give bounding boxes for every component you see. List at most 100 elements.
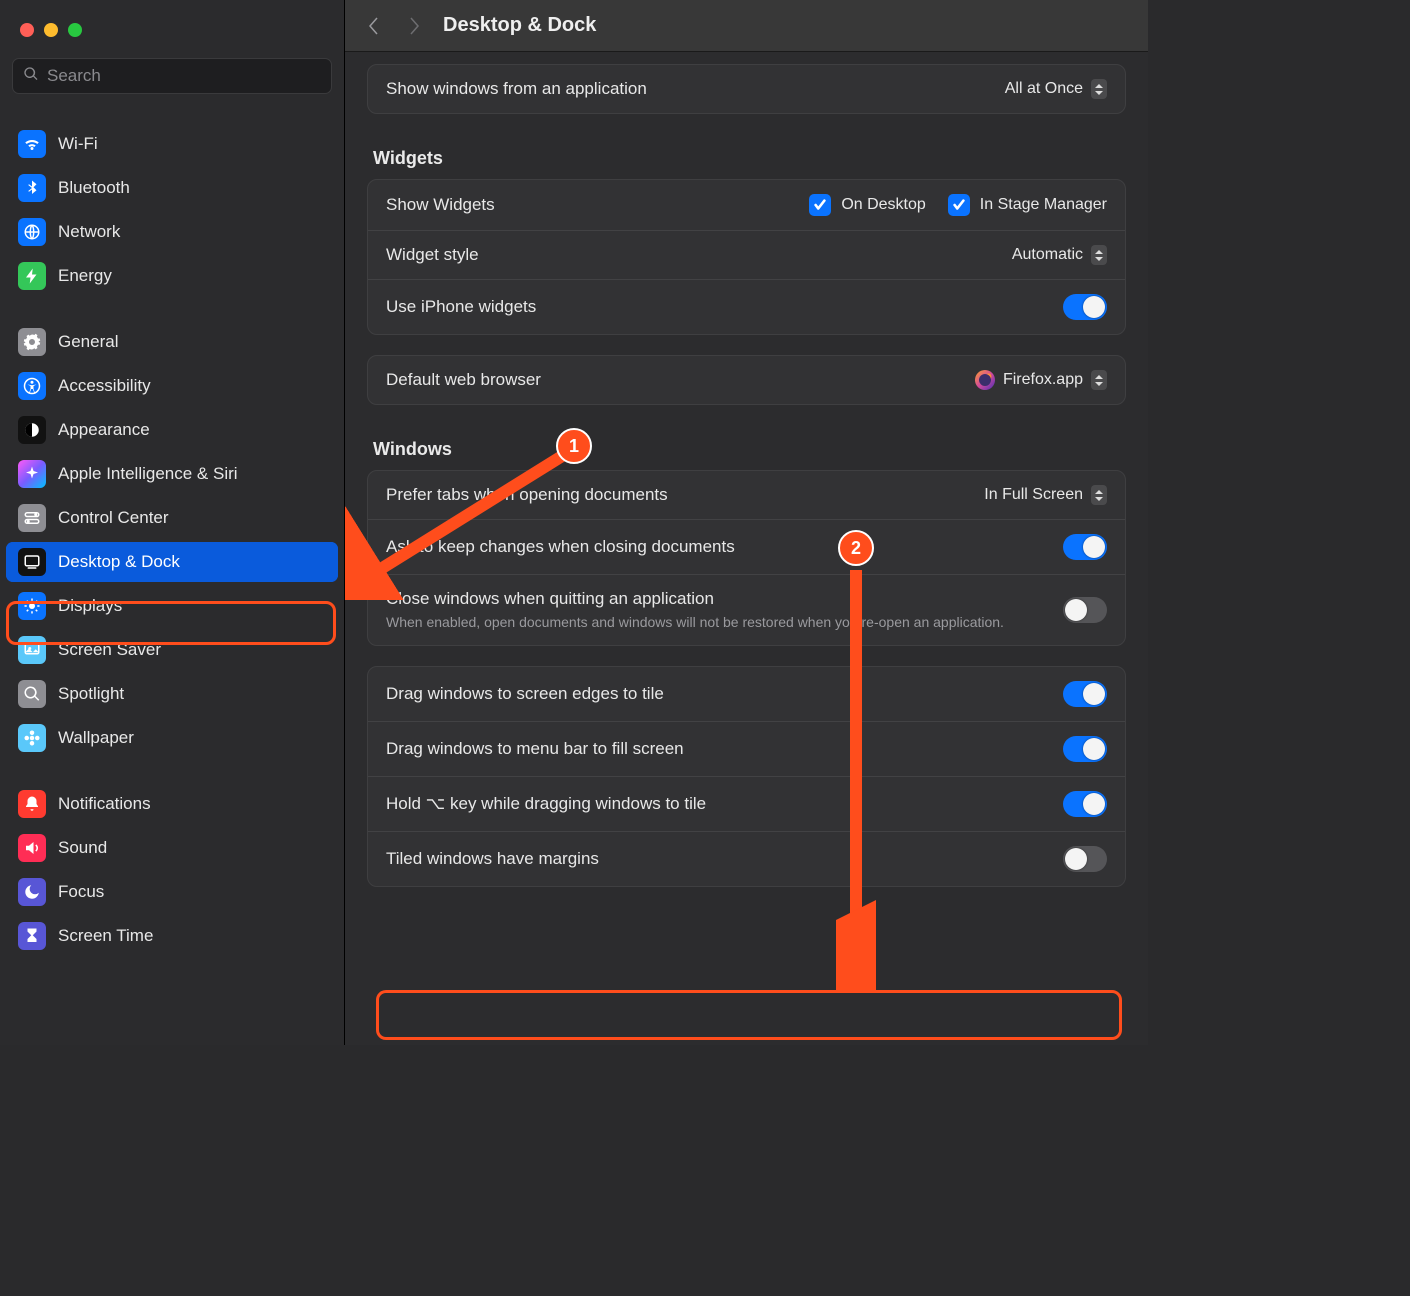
on-desktop-label: On Desktop (841, 196, 925, 214)
hourglass-icon (18, 922, 46, 950)
show-widgets-label: Show Widgets (386, 195, 495, 215)
settings-window: Wi-Fi Bluetooth Network Energy General Access… (0, 0, 1148, 1045)
sidebar-item-focus[interactable]: Focus (6, 872, 338, 912)
ask-keep-label: Ask to keep changes when closing documen… (386, 537, 735, 557)
widget-style-value: Automatic (1012, 246, 1083, 264)
switches-icon (18, 504, 46, 532)
minimize-window-button[interactable] (44, 23, 58, 37)
tiled-margins-toggle[interactable] (1063, 846, 1107, 872)
sidebar-item-appearance[interactable]: Appearance (6, 410, 338, 450)
prefer-tabs-dropdown[interactable]: In Full Screen (984, 485, 1107, 505)
sidebar-item-label: General (58, 332, 118, 352)
callout-badge-1: 1 (556, 428, 592, 464)
moon-icon (18, 878, 46, 906)
sidebar-item-label: Control Center (58, 508, 169, 528)
use-iphone-widgets-toggle[interactable] (1063, 294, 1107, 320)
sidebar-item-bluetooth[interactable]: Bluetooth (6, 168, 338, 208)
sidebar-item-apple-intelligence-siri[interactable]: Apple Intelligence & Siri (6, 454, 338, 494)
sidebar-item-label: Network (58, 222, 120, 242)
sidebar-item-network[interactable]: Network (6, 212, 338, 252)
sidebar-item-label: Screen Time (58, 926, 153, 946)
sidebar-nav: Wi-Fi Bluetooth Network Energy General Access… (0, 122, 344, 958)
sidebar-item-notifications[interactable]: Notifications (6, 784, 338, 824)
zoom-window-button[interactable] (68, 23, 82, 37)
search-input[interactable] (47, 66, 321, 86)
bolt-icon (18, 262, 46, 290)
ask-keep-toggle[interactable] (1063, 534, 1107, 560)
forward-button[interactable] (403, 15, 425, 37)
page-title: Desktop & Dock (443, 14, 596, 37)
sidebar-item-label: Desktop & Dock (58, 552, 180, 572)
sidebar-item-control-center[interactable]: Control Center (6, 498, 338, 538)
show-windows-dropdown[interactable]: All at Once (1005, 79, 1107, 99)
sparkle-icon (18, 460, 46, 488)
sidebar-item-sound[interactable]: Sound (6, 828, 338, 868)
drag-edges-toggle[interactable] (1063, 681, 1107, 707)
sidebar-item-screen-saver[interactable]: Screen Saver (6, 630, 338, 670)
close-quit-sub: When enabled, open documents and windows… (386, 613, 1051, 631)
sidebar-item-general[interactable]: General (6, 322, 338, 362)
screensaver-icon (18, 636, 46, 664)
bell-icon (18, 790, 46, 818)
sidebar-item-label: Notifications (58, 794, 151, 814)
tiled-margins-label: Tiled windows have margins (386, 849, 599, 869)
sidebar-item-label: Sound (58, 838, 107, 858)
sidebar-item-displays[interactable]: Displays (6, 586, 338, 626)
drag-menubar-label: Drag windows to menu bar to fill screen (386, 739, 684, 759)
wifi-icon (18, 130, 46, 158)
search-icon (23, 66, 47, 87)
globe-icon (18, 218, 46, 246)
speaker-icon (18, 834, 46, 862)
callout-badge-2: 2 (838, 530, 874, 566)
widget-style-label: Widget style (386, 245, 479, 265)
sidebar-item-spotlight[interactable]: Spotlight (6, 674, 338, 714)
sidebar-item-wi-fi[interactable]: Wi-Fi (6, 124, 338, 164)
checkbox-on-desktop[interactable] (809, 194, 831, 216)
sidebar-item-label: Energy (58, 266, 112, 286)
widgets-card: Show Widgets On Desktop In S (367, 179, 1126, 335)
show-windows-label: Show windows from an application (386, 79, 647, 99)
sidebar-item-label: Accessibility (58, 376, 151, 396)
sidebar-item-energy[interactable]: Energy (6, 256, 338, 296)
prefer-tabs-value: In Full Screen (984, 486, 1083, 504)
checkbox-in-stage-manager[interactable] (948, 194, 970, 216)
drag-menubar-toggle[interactable] (1063, 736, 1107, 762)
in-stage-manager-label: In Stage Manager (980, 196, 1107, 214)
search-field[interactable] (12, 58, 332, 94)
titlebar: Desktop & Dock (345, 0, 1148, 52)
back-button[interactable] (363, 15, 385, 37)
sidebar-item-label: Wallpaper (58, 728, 134, 748)
sidebar-item-label: Screen Saver (58, 640, 161, 660)
hold-option-toggle[interactable] (1063, 791, 1107, 817)
default-browser-dropdown[interactable]: Firefox.app (975, 370, 1107, 390)
stepper-icon (1091, 485, 1107, 505)
close-window-button[interactable] (20, 23, 34, 37)
appearance-icon (18, 416, 46, 444)
close-quit-toggle[interactable] (1063, 597, 1107, 623)
sidebar-item-label: Appearance (58, 420, 150, 440)
stepper-icon (1091, 79, 1107, 99)
search-wrap (0, 44, 344, 100)
gear-icon (18, 328, 46, 356)
sidebar-item-desktop-dock[interactable]: Desktop & Dock (6, 542, 338, 582)
sidebar-item-label: Focus (58, 882, 104, 902)
sidebar-item-label: Bluetooth (58, 178, 130, 198)
sidebar-item-label: Displays (58, 596, 122, 616)
bluetooth-icon (18, 174, 46, 202)
stepper-icon (1091, 245, 1107, 265)
content-scroll[interactable]: Show windows from an application All at … (345, 52, 1148, 1045)
windows-card-2: Drag windows to screen edges to tile Dra… (367, 666, 1126, 887)
drag-edges-label: Drag windows to screen edges to tile (386, 684, 664, 704)
accessibility-icon (18, 372, 46, 400)
brightness-icon (18, 592, 46, 620)
sidebar-item-label: Apple Intelligence & Siri (58, 464, 238, 484)
stepper-icon (1091, 370, 1107, 390)
widget-style-dropdown[interactable]: Automatic (1012, 245, 1107, 265)
sidebar-item-wallpaper[interactable]: Wallpaper (6, 718, 338, 758)
sidebar-item-screen-time[interactable]: Screen Time (6, 916, 338, 956)
show-windows-card: Show windows from an application All at … (367, 64, 1126, 114)
section-windows: Windows (367, 425, 1126, 470)
section-widgets: Widgets (367, 134, 1126, 179)
sidebar-item-label: Wi-Fi (58, 134, 98, 154)
sidebar-item-accessibility[interactable]: Accessibility (6, 366, 338, 406)
